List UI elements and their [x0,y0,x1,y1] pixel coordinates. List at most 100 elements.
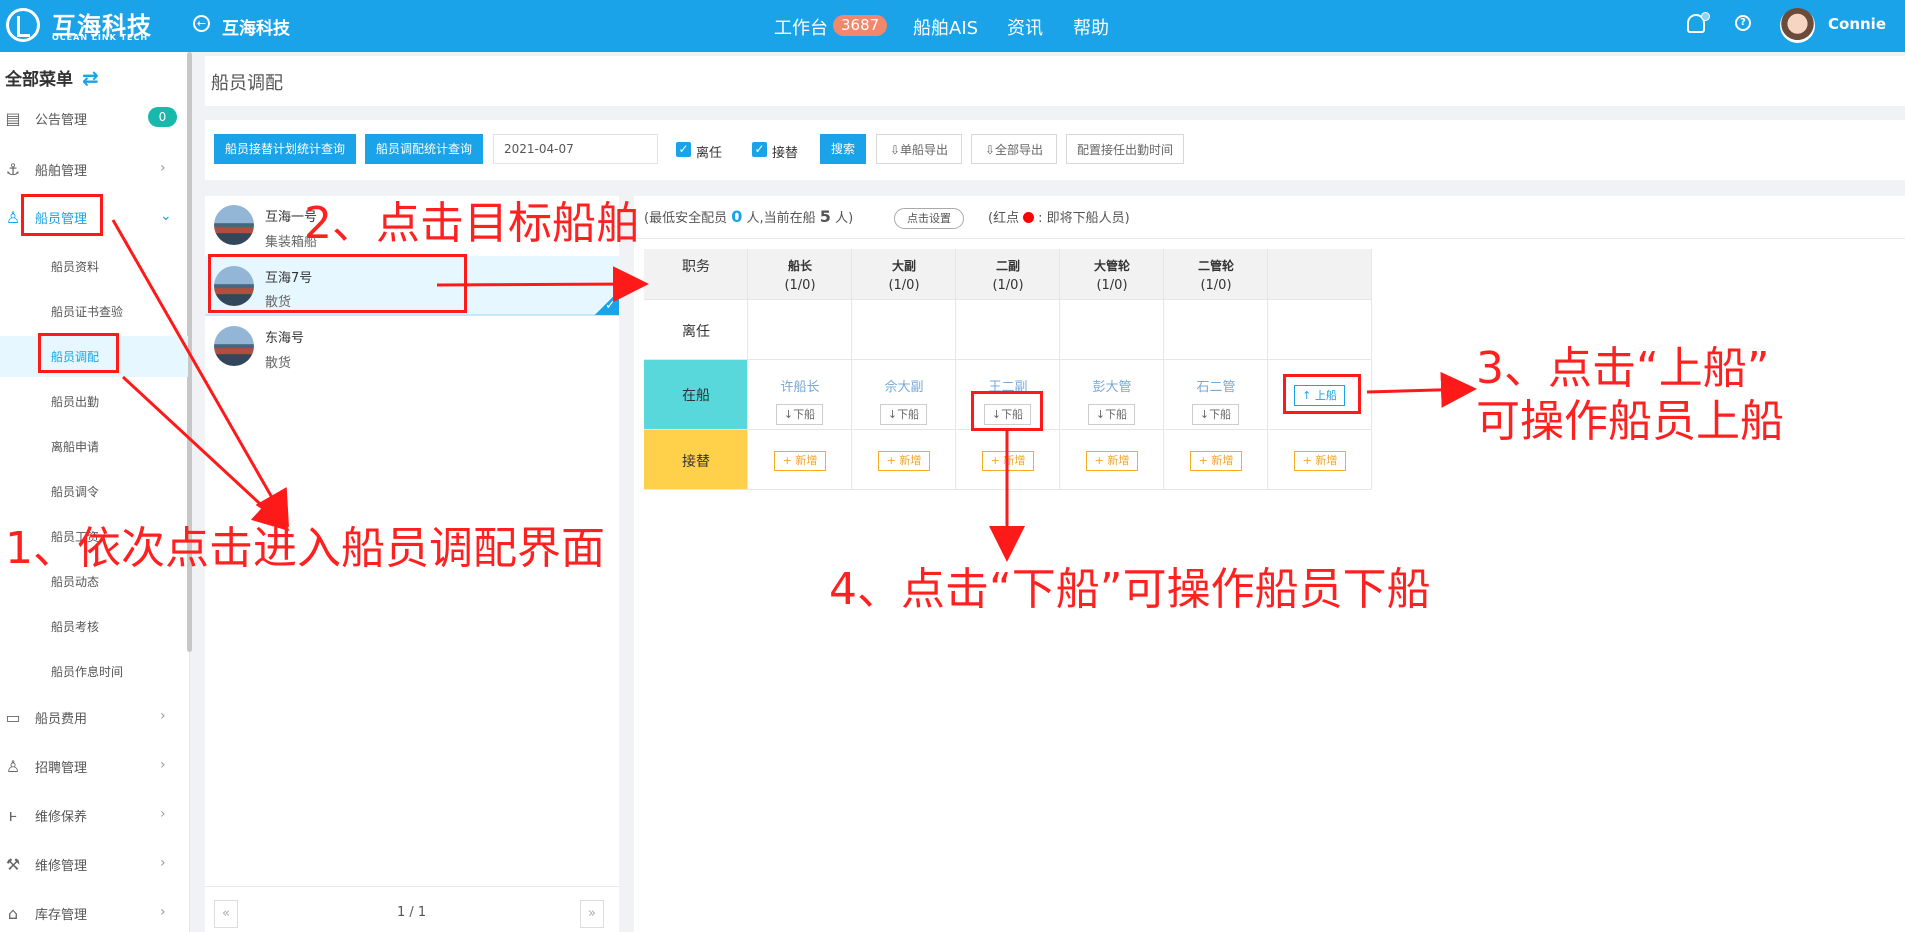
chief-engineer-disembark-button[interactable]: ↓下船 [1088,404,1135,425]
second-engineer-leave-cell [1164,300,1268,360]
selected-check-icon: ✓ [605,298,616,313]
annotation-step1: 1、依次点击进入船员调配界面 [5,523,605,574]
nav-workbench[interactable]: 工作台 [774,14,828,40]
notification-dot [1701,12,1710,21]
chief-engineer-crew-name[interactable]: 彭大管 [1060,376,1164,395]
submenu-crew-attendance[interactable]: 船员出勤 [51,393,99,410]
replacement-checkbox[interactable]: ✓ [752,142,767,157]
date-input[interactable]: 2021-04-07 [493,134,658,164]
extra-add-button[interactable]: + 新增 [1294,451,1346,471]
page-title: 船员调配 [211,73,283,94]
ship-thumbnail [214,205,254,245]
home-icon: ⌂ [7,904,19,923]
all-export-button[interactable]: ⇩全部导出 [971,134,1057,164]
next-page-button[interactable]: » [580,900,604,928]
nav-help[interactable]: 帮助 [1073,14,1109,40]
submenu-crew-dynamics[interactable]: 船员动态 [51,573,99,590]
captain-crew-name[interactable]: 许船长 [748,376,852,395]
captain-add-button[interactable]: + 新增 [774,451,826,471]
second-mate-role: 二副 [995,259,1020,273]
switch-menu-icon[interactable]: ⇄ [82,66,99,90]
single-ship-export-button[interactable]: ⇩单船导出 [876,134,962,164]
duty-header: 职务 [682,259,710,275]
ship-name: 东海号 [265,331,305,346]
download-icon: ⇩ [889,143,901,157]
top-navigation-bar: 互海科技 OCEAN LINK TECH ← 互海科技 工作台 3687 船舶A… [0,0,1905,52]
second-engineer-add-button[interactable]: + 新增 [1190,451,1242,471]
pager-divider [205,886,619,887]
second-engineer-disembark-button[interactable]: ↓下船 [1192,404,1239,425]
chief-mate-add-button[interactable]: + 新增 [878,451,930,471]
notice-count-badge: 0 [148,107,177,127]
annotation-box-disembark [971,391,1043,431]
submenu-crew-orders[interactable]: 船员调令 [51,483,99,500]
anchor-icon: ⚓ [5,160,21,179]
chevron-right-icon: › [160,855,166,871]
all-menu-title: 全部菜单 [5,70,73,90]
download-icon: ⇩ [984,143,996,157]
ship-thumbnail [214,326,254,366]
chevron-down-icon: ⌄ [160,208,172,224]
submenu-certificate-check[interactable]: 船员证书查验 [51,303,123,320]
leave-checkbox[interactable]: ✓ [676,142,691,157]
search-button[interactable]: 搜索 [820,134,866,164]
help-icon[interactable]: ? [1735,15,1751,31]
chief-mate-crew-name[interactable]: 佘大副 [852,376,956,395]
page-indicator: 1 / 1 [397,905,427,920]
allocation-stat-query-button[interactable]: 船员调配统计查询 [365,134,483,164]
book-icon: ▤ [5,109,21,128]
configure-attendance-time-button[interactable]: 配置接任出勤时间 [1066,134,1184,164]
submenu-crew-profile[interactable]: 船员资料 [51,258,99,275]
second-engineer-crew-name[interactable]: 石二管 [1164,376,1268,395]
user-name[interactable]: Connie [1828,15,1886,33]
submenu-leave-application[interactable]: 离船申请 [51,438,99,455]
chief-engineer-leave-cell [1060,300,1164,360]
user-avatar[interactable] [1780,8,1815,43]
chevron-right-icon: › [160,904,166,920]
minimum-crew-value: 0 [731,207,743,226]
chief-engineer-role: 大管轮 [1093,259,1130,273]
leave-checkbox-label: 离任 [696,146,723,161]
extra-leave-cell [1268,300,1372,360]
chief-engineer-count: (1/0) [1096,278,1128,293]
screenshot-root: 互海科技 OCEAN LINK TECH ← 互海科技 工作台 3687 船舶A… [0,0,1905,932]
back-icon[interactable]: ← [193,15,210,32]
captain-disembark-button[interactable]: ↓下船 [776,404,823,425]
summary-divider [634,238,1905,239]
chevron-right-icon: › [160,160,166,176]
chief-mate-role: 大副 [891,259,916,273]
nav-news[interactable]: 资讯 [1007,14,1043,40]
submenu-rest-time[interactable]: 船员作息时间 [51,663,123,680]
nav-ship-ais[interactable]: 船舶AIS [913,14,978,40]
user-search-icon: ♙ [5,757,21,776]
annotation-step3-line2: 可操作船员上船 [1476,396,1784,447]
chevron-right-icon: › [160,708,166,724]
annotation-box-target-ship [208,254,467,313]
replacement-row-label: 接替 [682,454,710,470]
current-company[interactable]: 互海科技 [222,14,290,39]
ship-type: 散货 [265,356,292,371]
submenu-crew-assessment[interactable]: 船员考核 [51,618,99,635]
annotation-step3-line1: 3、点击“上船” [1476,343,1770,394]
chevron-right-icon: › [160,806,166,822]
wallet-icon: ▭ [5,708,21,727]
replacement-stat-query-button[interactable]: 船员接替计划统计查询 [214,134,356,164]
crew-summary: (最低安全配员 0 人,当前在船 5 人) [644,207,854,226]
annotation-step2: 2、点击目标船舶 [304,198,640,249]
click-setting-button[interactable]: 点击设置 [894,208,964,229]
captain-role: 船长 [787,259,812,273]
red-dot-icon [1023,212,1035,223]
chief-mate-disembark-button[interactable]: ↓下船 [880,404,927,425]
sidebar-item-crew-fees[interactable]: ▭ 船员费用 › [0,708,190,736]
previous-page-button[interactable]: « [214,900,238,928]
sidebar-item-recruitment[interactable]: ♙ 招聘管理 › [0,757,190,785]
chief-engineer-add-button[interactable]: + 新增 [1086,451,1138,471]
second-engineer-role: 二管轮 [1197,259,1234,273]
second-mate-add-button[interactable]: + 新增 [982,451,1034,471]
sidebar-item-repair[interactable]: ⚒ 维修管理 › [0,855,190,883]
workbench-count-badge: 3687 [833,15,888,36]
sidebar-item-maintenance[interactable]: ⱶ 维修保养 › [0,806,190,834]
sidebar-item-inventory[interactable]: ⌂ 库存管理 › [0,904,190,932]
sidebar-item-ship-management[interactable]: ⚓ 船舶管理 › [0,160,190,188]
leave-row-label: 离任 [682,324,710,340]
